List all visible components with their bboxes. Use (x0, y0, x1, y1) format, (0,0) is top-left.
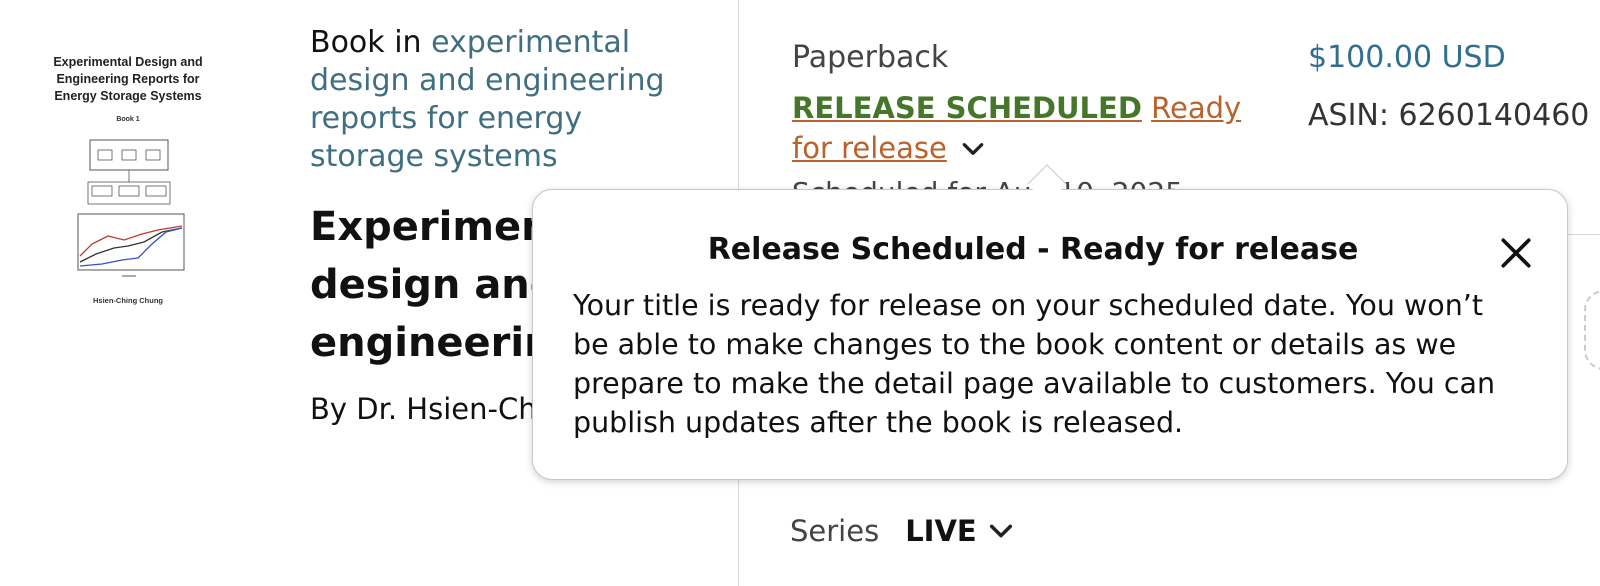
chevron-down-icon[interactable] (960, 136, 986, 162)
series-status[interactable]: LIVE (905, 514, 977, 548)
cover-author: Hsien-Ching Chung (93, 296, 163, 305)
book-in-prefix: Book in (310, 25, 432, 60)
cover-title: Experimental Design and Engineering Repo… (53, 55, 203, 103)
popover-body: Your title is ready for release on your … (573, 289, 1496, 439)
release-status[interactable]: RELEASE SCHEDULED Ready for release (792, 88, 1282, 168)
chevron-down-icon[interactable] (987, 517, 1015, 545)
book-series-line: Book in experimental design and engineer… (310, 24, 670, 176)
release-status-popover: Release Scheduled - Ready for release Yo… (532, 189, 1568, 480)
status-strong[interactable]: RELEASE SCHEDULED (792, 91, 1142, 125)
price: $100.00 USD (1308, 40, 1506, 75)
popover-title: Release Scheduled - Ready for release (707, 232, 1359, 267)
asin: ASIN: 6260140460 (1308, 98, 1590, 133)
cover-subtitle: Book 1 (116, 116, 140, 123)
book-cover[interactable]: Experimental Design and Engineering Repo… (36, 50, 220, 312)
close-icon[interactable] (1499, 236, 1533, 270)
cover-diagram (77, 139, 185, 277)
add-format-placeholder[interactable] (1584, 290, 1600, 370)
format-label: Paperback (792, 40, 949, 75)
series-row: Series LIVE (790, 514, 1015, 548)
series-label: Series (790, 514, 880, 548)
